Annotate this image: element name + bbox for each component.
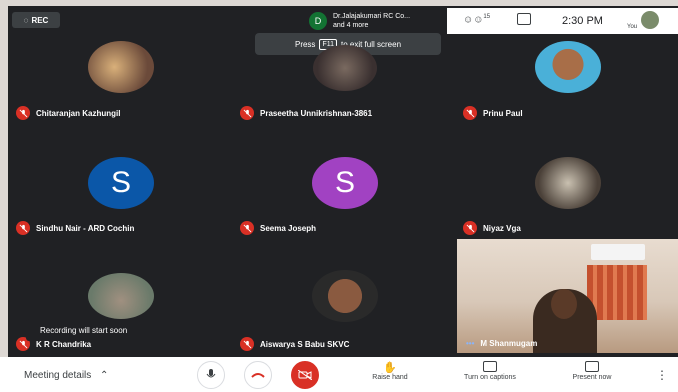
- bottom-bar: Meeting details ⌃ ✋ Raise hand Turn on c…: [0, 357, 678, 392]
- mic-off-icon: [16, 106, 30, 120]
- recording-icon: ◌: [23, 15, 29, 25]
- participant-name: ••• M Shanmugam: [466, 339, 538, 348]
- mic-off-icon: [463, 221, 477, 235]
- participant-photo: [535, 41, 601, 93]
- participant-name: Niyaz Vga: [463, 221, 521, 235]
- raise-hand-label: Raise hand: [372, 374, 408, 381]
- recording-toast: Recording will start soon: [26, 319, 212, 341]
- participant-name: Seema Joseph: [240, 221, 316, 235]
- participant-photo: [535, 157, 601, 209]
- participant-initial-avatar: S: [88, 157, 154, 209]
- self-label: You: [627, 24, 638, 30]
- chevron-up-icon: ⌃: [100, 370, 109, 381]
- end-call-button[interactable]: [244, 361, 272, 389]
- recording-label: REC: [31, 15, 49, 25]
- presenter-more: and 4 more: [333, 22, 369, 29]
- person-head: [551, 289, 577, 319]
- mic-icon: [206, 369, 216, 378]
- captions-icon: [483, 361, 497, 372]
- raise-hand-button[interactable]: ✋ Raise hand: [365, 361, 415, 381]
- speaking-dots-icon: •••: [466, 339, 475, 348]
- people-count: 15: [483, 14, 491, 20]
- participant-name: Prinu Paul: [463, 106, 523, 120]
- participant-photo: [88, 41, 154, 93]
- captions-label: Turn on captions: [464, 374, 516, 381]
- captions-button[interactable]: Turn on captions: [448, 361, 532, 381]
- mic-off-icon: [240, 337, 254, 351]
- mic-off-icon: [240, 221, 254, 235]
- self-avatar: [641, 11, 659, 29]
- participant-name: Praseetha Unnikrishnan-3861: [240, 106, 372, 120]
- mic-button[interactable]: [197, 361, 225, 389]
- participant-photo: [313, 45, 377, 91]
- participant-name: Aiswarya S Babu SKVC: [240, 337, 349, 351]
- ac-unit: [591, 244, 645, 260]
- present-icon: [585, 361, 599, 372]
- participant-name: Chitaranjan Kazhungil: [16, 106, 120, 120]
- mic-off-icon: [463, 106, 477, 120]
- clock-time: 2:30 PM: [562, 15, 603, 27]
- meeting-details-button[interactable]: Meeting details ⌃: [24, 370, 108, 381]
- camera-off-button[interactable]: [291, 361, 319, 389]
- participant-name: Sindhu Nair - ARD Cochin: [16, 221, 134, 235]
- presenter-avatar: D: [309, 12, 327, 30]
- participant-photo: [312, 270, 378, 322]
- hangup-icon: [251, 373, 265, 378]
- chat-icon[interactable]: [517, 13, 531, 25]
- mic-off-icon: [16, 221, 30, 235]
- participant-initial-avatar: S: [312, 157, 378, 209]
- fullscreen-prefix: Press: [294, 39, 316, 49]
- hand-icon: ✋: [383, 362, 397, 374]
- participant-video: [457, 239, 678, 353]
- more-options-icon[interactable]: ⋮: [656, 368, 668, 382]
- camera-off-icon: [298, 370, 312, 380]
- presenter-chip[interactable]: D Dr.Jalajakumari RC Co... and 4 more: [305, 8, 447, 34]
- presenter-name: Dr.Jalajakumari RC Co...: [333, 13, 411, 20]
- recording-badge: ◌ REC: [12, 12, 60, 28]
- mic-off-icon: [240, 106, 254, 120]
- people-icon[interactable]: ☺☺15: [463, 14, 490, 25]
- present-now-button[interactable]: Present now: [560, 361, 624, 381]
- present-label: Present now: [572, 374, 612, 381]
- participant-photo: [88, 273, 154, 319]
